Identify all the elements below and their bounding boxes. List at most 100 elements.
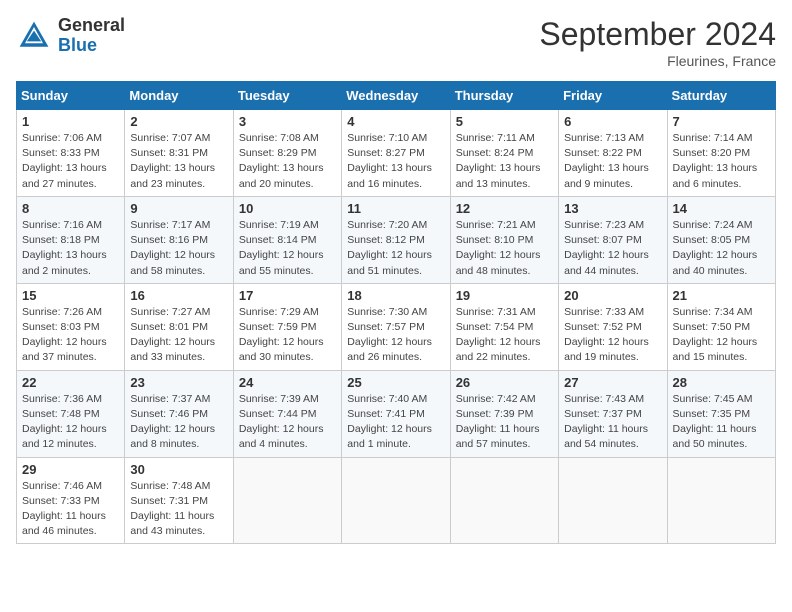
day-info: Sunrise: 7:20 AMSunset: 8:12 PMDaylight:… xyxy=(347,218,444,279)
location: Fleurines, France xyxy=(539,53,776,69)
day-info: Sunrise: 7:36 AMSunset: 7:48 PMDaylight:… xyxy=(22,392,119,453)
page-header: General Blue September 2024 Fleurines, F… xyxy=(16,16,776,69)
day-info: Sunrise: 7:16 AMSunset: 8:18 PMDaylight:… xyxy=(22,218,119,279)
day-number: 7 xyxy=(673,114,770,129)
day-info: Sunrise: 7:30 AMSunset: 7:57 PMDaylight:… xyxy=(347,305,444,366)
day-info: Sunrise: 7:34 AMSunset: 7:50 PMDaylight:… xyxy=(673,305,770,366)
calendar-cell: 3 Sunrise: 7:08 AMSunset: 8:29 PMDaylight… xyxy=(233,110,341,197)
calendar-cell: 1 Sunrise: 7:06 AMSunset: 8:33 PMDaylight… xyxy=(17,110,125,197)
week-row-1: 8 Sunrise: 7:16 AMSunset: 8:18 PMDaylight… xyxy=(17,196,776,283)
calendar-cell: 18Sunrise: 7:30 AMSunset: 7:57 PMDayligh… xyxy=(342,283,450,370)
calendar-cell: 2 Sunrise: 7:07 AMSunset: 8:31 PMDaylight… xyxy=(125,110,233,197)
logo-blue: Blue xyxy=(58,36,125,56)
day-number: 1 xyxy=(22,114,119,129)
calendar-cell: 12 Sunrise: 7:21 AMSunset: 8:10 PMDayligh… xyxy=(450,196,558,283)
day-number: 2 xyxy=(130,114,227,129)
day-number: 3 xyxy=(239,114,336,129)
day-info: Sunrise: 7:10 AMSunset: 8:27 PMDaylight:… xyxy=(347,131,444,192)
week-row-2: 15 Sunrise: 7:26 AMSunset: 8:03 PMDayligh… xyxy=(17,283,776,370)
day-info: Sunrise: 7:43 AMSunset: 7:37 PMDaylight:… xyxy=(564,392,661,453)
day-number: 9 xyxy=(130,201,227,216)
day-info: Sunrise: 7:29 AMSunset: 7:59 PMDaylight:… xyxy=(239,305,336,366)
calendar-cell: 29Sunrise: 7:46 AMSunset: 7:33 PMDayligh… xyxy=(17,457,125,544)
day-info: Sunrise: 7:33 AMSunset: 7:52 PMDaylight:… xyxy=(564,305,661,366)
day-number: 12 xyxy=(456,201,553,216)
header-thursday: Thursday xyxy=(450,82,558,110)
week-row-4: 29Sunrise: 7:46 AMSunset: 7:33 PMDayligh… xyxy=(17,457,776,544)
calendar-cell: 28Sunrise: 7:45 AMSunset: 7:35 PMDayligh… xyxy=(667,370,775,457)
calendar-cell: 17 Sunrise: 7:29 AMSunset: 7:59 PMDayligh… xyxy=(233,283,341,370)
calendar-cell: 16 Sunrise: 7:27 AMSunset: 8:01 PMDayligh… xyxy=(125,283,233,370)
day-number: 6 xyxy=(564,114,661,129)
day-info: Sunrise: 7:40 AMSunset: 7:41 PMDaylight:… xyxy=(347,392,444,453)
day-number: 13 xyxy=(564,201,661,216)
day-info: Sunrise: 7:42 AMSunset: 7:39 PMDaylight:… xyxy=(456,392,553,453)
day-info: Sunrise: 7:07 AMSunset: 8:31 PMDaylight:… xyxy=(130,131,227,192)
day-info: Sunrise: 7:24 AMSunset: 8:05 PMDaylight:… xyxy=(673,218,770,279)
calendar-cell: 24 Sunrise: 7:39 AMSunset: 7:44 PMDayligh… xyxy=(233,370,341,457)
day-number: 22 xyxy=(22,375,119,390)
day-info: Sunrise: 7:27 AMSunset: 8:01 PMDaylight:… xyxy=(130,305,227,366)
calendar-cell: 8 Sunrise: 7:16 AMSunset: 8:18 PMDaylight… xyxy=(17,196,125,283)
calendar-cell: 22 Sunrise: 7:36 AMSunset: 7:48 PMDayligh… xyxy=(17,370,125,457)
day-info: Sunrise: 7:13 AMSunset: 8:22 PMDaylight:… xyxy=(564,131,661,192)
calendar-cell: 14Sunrise: 7:24 AMSunset: 8:05 PMDayligh… xyxy=(667,196,775,283)
calendar-cell: 20 Sunrise: 7:33 AMSunset: 7:52 PMDayligh… xyxy=(559,283,667,370)
day-info: Sunrise: 7:21 AMSunset: 8:10 PMDaylight:… xyxy=(456,218,553,279)
calendar-cell: 13 Sunrise: 7:23 AMSunset: 8:07 PMDayligh… xyxy=(559,196,667,283)
day-info: Sunrise: 7:48 AMSunset: 7:31 PMDaylight:… xyxy=(130,479,227,540)
calendar-cell: 23 Sunrise: 7:37 AMSunset: 7:46 PMDayligh… xyxy=(125,370,233,457)
day-info: Sunrise: 7:26 AMSunset: 8:03 PMDaylight:… xyxy=(22,305,119,366)
week-row-0: 1 Sunrise: 7:06 AMSunset: 8:33 PMDaylight… xyxy=(17,110,776,197)
day-info: Sunrise: 7:37 AMSunset: 7:46 PMDaylight:… xyxy=(130,392,227,453)
day-info: Sunrise: 7:39 AMSunset: 7:44 PMDaylight:… xyxy=(239,392,336,453)
day-number: 19 xyxy=(456,288,553,303)
day-info: Sunrise: 7:23 AMSunset: 8:07 PMDaylight:… xyxy=(564,218,661,279)
calendar-cell: 15 Sunrise: 7:26 AMSunset: 8:03 PMDayligh… xyxy=(17,283,125,370)
calendar-cell: 5 Sunrise: 7:11 AMSunset: 8:24 PMDaylight… xyxy=(450,110,558,197)
day-number: 24 xyxy=(239,375,336,390)
day-number: 11 xyxy=(347,201,444,216)
day-info: Sunrise: 7:31 AMSunset: 7:54 PMDaylight:… xyxy=(456,305,553,366)
day-info: Sunrise: 7:19 AMSunset: 8:14 PMDaylight:… xyxy=(239,218,336,279)
day-number: 25 xyxy=(347,375,444,390)
header-sunday: Sunday xyxy=(17,82,125,110)
calendar-cell: 4 Sunrise: 7:10 AMSunset: 8:27 PMDaylight… xyxy=(342,110,450,197)
header-row: SundayMondayTuesdayWednesdayThursdayFrid… xyxy=(17,82,776,110)
week-row-3: 22 Sunrise: 7:36 AMSunset: 7:48 PMDayligh… xyxy=(17,370,776,457)
calendar-cell: 26Sunrise: 7:42 AMSunset: 7:39 PMDayligh… xyxy=(450,370,558,457)
calendar-cell: 19 Sunrise: 7:31 AMSunset: 7:54 PMDayligh… xyxy=(450,283,558,370)
calendar-cell xyxy=(450,457,558,544)
calendar-cell: 30 Sunrise: 7:48 AMSunset: 7:31 PMDayligh… xyxy=(125,457,233,544)
day-info: Sunrise: 7:46 AMSunset: 7:33 PMDaylight:… xyxy=(22,479,119,540)
day-info: Sunrise: 7:45 AMSunset: 7:35 PMDaylight:… xyxy=(673,392,770,453)
header-saturday: Saturday xyxy=(667,82,775,110)
calendar-cell xyxy=(233,457,341,544)
day-number: 8 xyxy=(22,201,119,216)
calendar-cell: 9Sunrise: 7:17 AMSunset: 8:16 PMDaylight… xyxy=(125,196,233,283)
day-number: 20 xyxy=(564,288,661,303)
day-info: Sunrise: 7:06 AMSunset: 8:33 PMDaylight:… xyxy=(22,131,119,192)
calendar-cell: 25 Sunrise: 7:40 AMSunset: 7:41 PMDayligh… xyxy=(342,370,450,457)
calendar-cell: 10 Sunrise: 7:19 AMSunset: 8:14 PMDayligh… xyxy=(233,196,341,283)
day-number: 21 xyxy=(673,288,770,303)
day-info: Sunrise: 7:11 AMSunset: 8:24 PMDaylight:… xyxy=(456,131,553,192)
calendar-cell xyxy=(559,457,667,544)
day-info: Sunrise: 7:14 AMSunset: 8:20 PMDaylight:… xyxy=(673,131,770,192)
month-title: September 2024 xyxy=(539,16,776,53)
calendar-cell: 27Sunrise: 7:43 AMSunset: 7:37 PMDayligh… xyxy=(559,370,667,457)
day-number: 23 xyxy=(130,375,227,390)
calendar-cell: 21 Sunrise: 7:34 AMSunset: 7:50 PMDayligh… xyxy=(667,283,775,370)
logo: General Blue xyxy=(16,16,125,56)
day-info: Sunrise: 7:08 AMSunset: 8:29 PMDaylight:… xyxy=(239,131,336,192)
day-number: 15 xyxy=(22,288,119,303)
day-number: 4 xyxy=(347,114,444,129)
calendar-cell: 7 Sunrise: 7:14 AMSunset: 8:20 PMDaylight… xyxy=(667,110,775,197)
day-number: 17 xyxy=(239,288,336,303)
day-number: 16 xyxy=(130,288,227,303)
calendar-table: SundayMondayTuesdayWednesdayThursdayFrid… xyxy=(16,81,776,544)
day-number: 5 xyxy=(456,114,553,129)
calendar-cell: 11 Sunrise: 7:20 AMSunset: 8:12 PMDayligh… xyxy=(342,196,450,283)
day-number: 10 xyxy=(239,201,336,216)
day-number: 30 xyxy=(130,462,227,477)
